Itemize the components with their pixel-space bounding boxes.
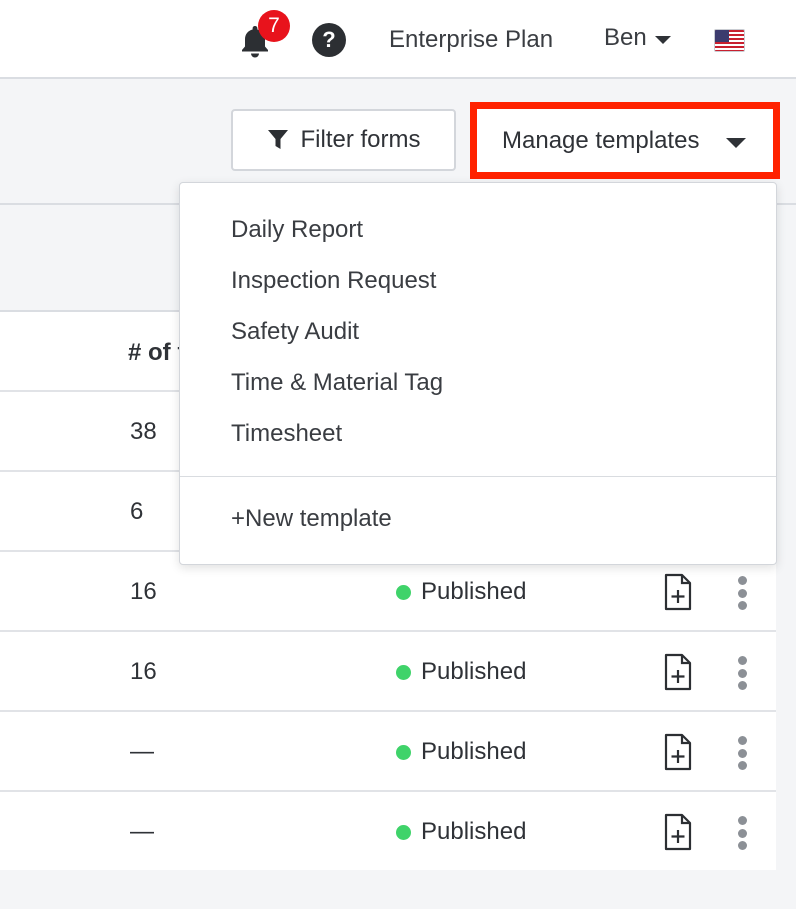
- status-dot: [396, 584, 411, 600]
- filter-forms-label: Filter forms: [300, 126, 421, 153]
- notification-badge: 7: [258, 10, 290, 42]
- menu-item-safety-audit[interactable]: Safety Audit: [231, 318, 359, 346]
- status-badge: Published: [396, 818, 526, 846]
- status-label: Published: [421, 738, 527, 765]
- table-row[interactable]: — Published: [0, 710, 776, 790]
- status-dot: [396, 824, 411, 840]
- funnel-icon: [267, 130, 288, 149]
- status-badge: Published: [396, 738, 526, 766]
- new-template-button[interactable]: +New template: [231, 505, 392, 533]
- filter-forms-button[interactable]: Filter forms: [231, 109, 456, 171]
- menu-item-daily-report[interactable]: Daily Report: [231, 216, 363, 244]
- count-cell: —: [130, 738, 154, 765]
- status-label: Published: [421, 658, 527, 685]
- status-badge: Published: [396, 578, 526, 606]
- count-cell: —: [130, 818, 154, 845]
- count-cell: 16: [130, 578, 157, 605]
- top-bar: 7 ? Enterprise Plan Ben: [0, 0, 796, 79]
- new-form-icon[interactable]: [664, 653, 692, 691]
- us-flag-icon[interactable]: [714, 29, 745, 52]
- more-options-icon[interactable]: [736, 656, 748, 690]
- menu-divider: [180, 476, 776, 477]
- more-options-icon[interactable]: [736, 576, 748, 610]
- new-form-icon[interactable]: [664, 733, 692, 771]
- menu-item-inspection-request[interactable]: Inspection Request: [231, 267, 436, 295]
- count-column-header[interactable]: # of f: [128, 339, 185, 367]
- new-form-icon[interactable]: [664, 573, 692, 611]
- caret-down-icon: [726, 138, 746, 148]
- count-cell: 16: [130, 658, 157, 685]
- menu-item-timesheet[interactable]: Timesheet: [231, 420, 342, 448]
- menu-item-time-material-tag[interactable]: Time & Material Tag: [231, 369, 443, 397]
- manage-templates-button[interactable]: Manage templates: [470, 102, 780, 179]
- new-form-icon[interactable]: [664, 813, 692, 851]
- manage-templates-label: Manage templates: [502, 126, 700, 154]
- plan-label[interactable]: Enterprise Plan: [389, 26, 553, 54]
- table-row[interactable]: 16 Published: [0, 630, 776, 710]
- caret-down-icon[interactable]: [655, 36, 671, 44]
- status-dot: [396, 744, 411, 760]
- count-cell: 6: [130, 498, 144, 525]
- more-options-icon[interactable]: [736, 816, 748, 850]
- user-menu[interactable]: Ben: [604, 24, 647, 52]
- status-label: Published: [421, 818, 527, 845]
- status-badge: Published: [396, 658, 526, 686]
- templates-dropdown-menu: Daily Report Inspection Request Safety A…: [179, 182, 777, 565]
- status-label: Published: [421, 578, 527, 605]
- more-options-icon[interactable]: [736, 736, 748, 770]
- table-row[interactable]: — Published: [0, 790, 776, 870]
- help-icon[interactable]: ?: [312, 23, 346, 57]
- status-dot: [396, 664, 411, 680]
- count-cell: 38: [130, 418, 157, 445]
